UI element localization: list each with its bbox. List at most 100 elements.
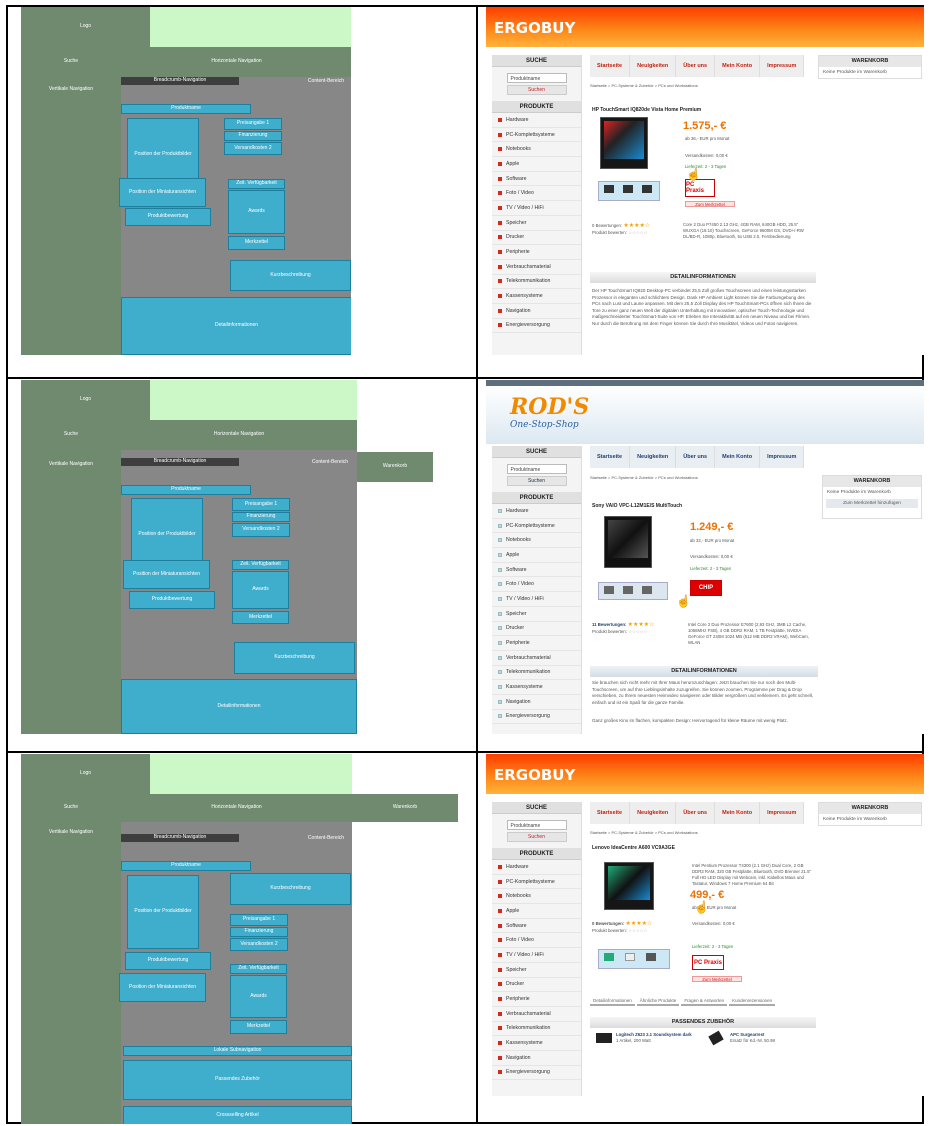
category-item[interactable]: TV / Video / HiFi — [492, 592, 581, 607]
search-button[interactable]: Suchen — [506, 476, 567, 486]
nav-item[interactable]: Startseite — [590, 55, 631, 77]
thumbnail-strip[interactable] — [598, 949, 670, 969]
accessory-1[interactable]: Logitech Z623 2.1 Soundsystem dark 1 Arti… — [616, 1032, 696, 1044]
watchlist-button[interactable]: Zum Merkzettel — [685, 201, 735, 207]
financing-text[interactable]: ab 36,- EUR pro Monat — [685, 136, 729, 142]
category-item[interactable]: Apple — [492, 904, 581, 919]
tab-item[interactable]: Detailinformationen — [590, 997, 635, 1006]
category-item[interactable]: Telekommunikation — [492, 1022, 581, 1037]
add-to-watchlist-button[interactable]: Zum Merkzettel hinzufügen — [826, 499, 918, 508]
category-item[interactable]: PC-Komplettsysteme — [492, 875, 581, 890]
search-input[interactable]: Produktname — [506, 73, 567, 83]
category-item[interactable]: Foto / Video — [492, 577, 581, 593]
category-item[interactable]: Drucker — [492, 231, 581, 246]
category-item[interactable]: Foto / Video — [492, 933, 581, 949]
tab-item[interactable]: Fragen & Antworten — [681, 997, 728, 1006]
rate-product[interactable]: Produkt bewerten: ☆☆☆☆☆ — [592, 928, 647, 934]
category-item[interactable]: Apple — [492, 157, 581, 172]
category-item[interactable]: Navigation — [492, 1051, 581, 1066]
breadcrumb[interactable]: Startseite > PC-Systeme & Zubehör > PCs … — [590, 827, 816, 835]
surge-protector-image[interactable] — [708, 1030, 724, 1046]
nav-item[interactable]: Mein Konto — [715, 802, 761, 824]
category-item[interactable]: Peripherie — [492, 245, 581, 260]
wf-price-1: Preisangabe 1 — [232, 498, 290, 511]
thumbnail-strip[interactable] — [598, 582, 668, 600]
nav-item[interactable]: Impressum — [760, 802, 805, 824]
nav-item[interactable]: Neuigkeiten — [630, 446, 677, 468]
category-item[interactable]: Software — [492, 919, 581, 934]
nav-item[interactable]: Neuigkeiten — [630, 55, 677, 77]
nav-item[interactable]: Mein Konto — [715, 446, 761, 468]
category-item[interactable]: Kassensysteme — [492, 680, 581, 695]
category-item[interactable]: PC-Komplettsysteme — [492, 128, 581, 143]
empty-stars-icon[interactable]: ☆☆☆☆☆ — [628, 629, 647, 634]
category-item[interactable]: PC-Komplettsysteme — [492, 519, 581, 534]
tab-item[interactable]: Kundenrezensionen — [729, 997, 776, 1006]
category-item[interactable]: Apple — [492, 548, 581, 563]
category-item[interactable]: Drucker — [492, 978, 581, 993]
category-item[interactable]: Drucker — [492, 622, 581, 637]
category-item[interactable]: Kassensysteme — [492, 289, 581, 304]
category-item[interactable]: Hardware — [492, 860, 581, 875]
product-image[interactable] — [604, 862, 654, 910]
category-item[interactable]: Speicher — [492, 607, 581, 622]
nav-item[interactable]: Mein Konto — [715, 55, 761, 77]
bullet-icon — [498, 1011, 502, 1016]
category-item[interactable]: Peripherie — [492, 636, 581, 651]
nav-item[interactable]: Über uns — [676, 802, 716, 824]
speaker-image[interactable] — [596, 1033, 612, 1043]
category-item[interactable]: TV / Video / HiFi — [492, 201, 581, 216]
site-logo[interactable]: ERGOBUY — [494, 19, 575, 37]
watchlist-button[interactable]: Zum Merkzettel — [692, 976, 742, 982]
category-item[interactable]: Notebooks — [492, 533, 581, 549]
search-button[interactable]: Suchen — [506, 85, 567, 95]
category-item[interactable]: Speicher — [492, 963, 581, 978]
nav-item[interactable]: Impressum — [760, 55, 805, 77]
category-item[interactable]: Energieversorgung — [492, 1066, 581, 1081]
search-input[interactable]: Produktname — [506, 820, 567, 830]
category-item[interactable]: Verbrauchsmaterial — [492, 651, 581, 666]
category-item[interactable]: Peripherie — [492, 992, 581, 1007]
empty-stars-icon[interactable]: ☆☆☆☆☆ — [628, 928, 647, 933]
search-input[interactable]: Produktname — [506, 464, 567, 474]
rate-product[interactable]: Produkt bewerten: ☆☆☆☆☆ — [592, 629, 647, 635]
category-item[interactable]: Energieversorgung — [492, 710, 581, 725]
category-item[interactable]: Energieversorgung — [492, 319, 581, 334]
nav-item[interactable]: Über uns — [676, 55, 716, 77]
product-image[interactable] — [600, 117, 648, 169]
category-item[interactable]: Hardware — [492, 504, 581, 519]
tab-item[interactable]: Ähnliche Produkte — [636, 997, 680, 1006]
category-item[interactable]: Hardware — [492, 113, 581, 128]
accessory-2[interactable]: APC Surgearrest Ersatz für Kd.-Nr. 50.98 — [730, 1032, 810, 1044]
financing-text[interactable]: ab 32,- EUR pro Monat — [690, 538, 734, 544]
empty-stars-icon[interactable]: ☆☆☆☆☆ — [628, 230, 647, 235]
nav-item[interactable]: Startseite — [590, 446, 631, 468]
search-button[interactable]: Suchen — [506, 832, 567, 842]
product-image[interactable] — [604, 516, 652, 568]
thumbnail-strip[interactable] — [598, 181, 660, 201]
category-item[interactable]: Notebooks — [492, 142, 581, 158]
site-logo[interactable]: ROD'S One-Stop-Shop — [510, 394, 589, 430]
nav-item[interactable]: Über uns — [676, 446, 716, 468]
category-item[interactable]: Foto / Video — [492, 186, 581, 202]
site-logo[interactable]: ERGOBUY — [494, 766, 575, 784]
category-item[interactable]: Software — [492, 172, 581, 187]
rate-product[interactable]: Produkt bewerten: ☆☆☆☆☆ — [592, 230, 647, 236]
category-item[interactable]: Navigation — [492, 304, 581, 319]
breadcrumb[interactable]: Startseite > PC-Systeme & Zubehör > PCs … — [590, 80, 816, 88]
category-item[interactable]: Verbrauchsmaterial — [492, 1007, 581, 1022]
nav-item[interactable]: Impressum — [760, 446, 805, 468]
category-item[interactable]: Notebooks — [492, 889, 581, 905]
nav-item[interactable]: Neuigkeiten — [630, 802, 677, 824]
category-item[interactable]: Telekommunikation — [492, 275, 581, 290]
category-item[interactable]: Speicher — [492, 216, 581, 231]
category-item[interactable]: Verbrauchsmaterial — [492, 260, 581, 275]
category-item[interactable]: Software — [492, 563, 581, 578]
bullet-icon — [498, 938, 502, 943]
breadcrumb[interactable]: Startseite > PC-Systeme & Zubehör > PCs … — [590, 472, 818, 480]
category-item[interactable]: TV / Video / HiFi — [492, 948, 581, 963]
category-item[interactable]: Kassensysteme — [492, 1036, 581, 1051]
category-item[interactable]: Telekommunikation — [492, 666, 581, 681]
category-item[interactable]: Navigation — [492, 695, 581, 710]
nav-item[interactable]: Startseite — [590, 802, 631, 824]
